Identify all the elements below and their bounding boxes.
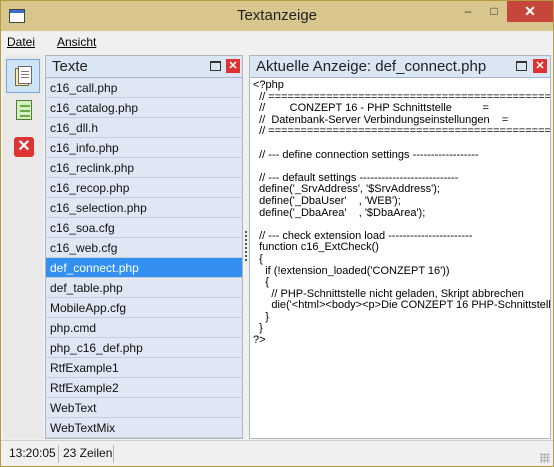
texts-panel: Texte ✕ c16_call.php c16_catalog.php c16_d… xyxy=(45,55,243,439)
list-item[interactable]: def_connect.php xyxy=(46,258,242,278)
texts-panel-header: Texte ✕ xyxy=(46,56,242,78)
vertical-toolbar: ✕ xyxy=(3,55,43,439)
code-line: } xyxy=(253,310,269,323)
code-line: if (!extension_loaded('CONZEPT 16')) xyxy=(253,264,450,277)
minimize-button[interactable]: – xyxy=(455,1,481,22)
status-bar: 13:20:05 23 Zeilen xyxy=(1,440,553,466)
menu-datei[interactable]: Datei xyxy=(7,35,35,49)
code-line: ?> xyxy=(253,334,266,347)
code-line: } xyxy=(253,322,263,335)
current-view-panel: Aktuelle Anzeige: def_connect.php ✕ <?ph… xyxy=(249,55,551,439)
menu-bar: Datei Ansicht xyxy=(1,31,553,53)
green-list-icon xyxy=(16,100,32,120)
close-window-button[interactable]: ✕ xyxy=(507,1,553,22)
list-view-button[interactable] xyxy=(6,93,40,127)
code-line: <?php xyxy=(253,79,284,91)
list-item[interactable]: c16_dll.h xyxy=(46,118,242,138)
main-window: Textanzeige – □ ✕ Datei Ansicht ✕ Texte … xyxy=(0,0,554,467)
list-item[interactable]: c16_catalog.php xyxy=(46,98,242,118)
list-item[interactable]: c16_recop.php xyxy=(46,178,242,198)
restore-view-icon[interactable] xyxy=(516,61,527,71)
list-item[interactable]: WebText xyxy=(46,398,242,418)
maximize-button[interactable]: □ xyxy=(481,1,507,22)
restore-panel-icon[interactable] xyxy=(210,61,221,71)
list-item[interactable]: c16_call.php xyxy=(46,78,242,98)
texts-panel-title: Texte xyxy=(52,58,88,75)
list-item[interactable]: c16_web.cfg xyxy=(46,238,242,258)
texts-view-button[interactable] xyxy=(6,59,40,93)
resize-grip[interactable] xyxy=(540,453,550,463)
code-line: die('<html><body><p>Die CONZEPT 16 PHP-S… xyxy=(253,299,550,312)
list-item[interactable]: c16_soa.cfg xyxy=(46,218,242,238)
code-line: { xyxy=(253,276,269,289)
panel-splitter[interactable] xyxy=(244,229,248,263)
menu-ansicht[interactable]: Ansicht xyxy=(57,35,96,49)
code-line: define('_DbaArea' , '$DbaArea'); xyxy=(253,206,426,219)
list-item[interactable]: def_table.php xyxy=(46,278,242,298)
code-line: // --- define connection settings ------… xyxy=(253,148,479,161)
list-item[interactable]: php.cmd xyxy=(46,318,242,338)
list-item[interactable]: MobileApp.cfg xyxy=(46,298,242,318)
red-close-icon: ✕ xyxy=(14,137,34,157)
list-item[interactable]: c16_info.php xyxy=(46,138,242,158)
list-item[interactable]: RtfExample1 xyxy=(46,358,242,378)
list-item[interactable]: WebTextMix xyxy=(46,418,242,438)
document-pages-icon xyxy=(15,66,33,88)
code-line: { xyxy=(253,252,263,265)
status-line-count: 23 Zeilen xyxy=(63,446,113,460)
list-item[interactable]: c16_reclink.php xyxy=(46,158,242,178)
list-item[interactable]: php_c16_def.php xyxy=(46,338,242,358)
status-time: 13:20:05 xyxy=(9,446,56,460)
current-view-title: Aktuelle Anzeige: def_connect.php xyxy=(256,58,487,75)
list-item[interactable]: RtfExample2 xyxy=(46,378,242,398)
code-line: // =====================================… xyxy=(259,125,550,138)
close-view-icon[interactable]: ✕ xyxy=(533,59,547,73)
title-bar[interactable]: Textanzeige – □ ✕ xyxy=(1,1,553,31)
close-panel-icon[interactable]: ✕ xyxy=(226,59,240,73)
current-view-header: Aktuelle Anzeige: def_connect.php ✕ xyxy=(250,56,550,78)
code-line: define('_DbaUser' , 'WEB'); xyxy=(253,194,401,207)
code-content[interactable]: <?php // ===============================… xyxy=(250,79,550,438)
list-item[interactable]: c16_selection.php xyxy=(46,198,242,218)
code-line: function c16_ExtCheck() xyxy=(253,241,379,254)
close-view-button[interactable]: ✕ xyxy=(6,129,40,163)
texts-list[interactable]: c16_call.php c16_catalog.php c16_dll.h c16_… xyxy=(46,78,242,438)
